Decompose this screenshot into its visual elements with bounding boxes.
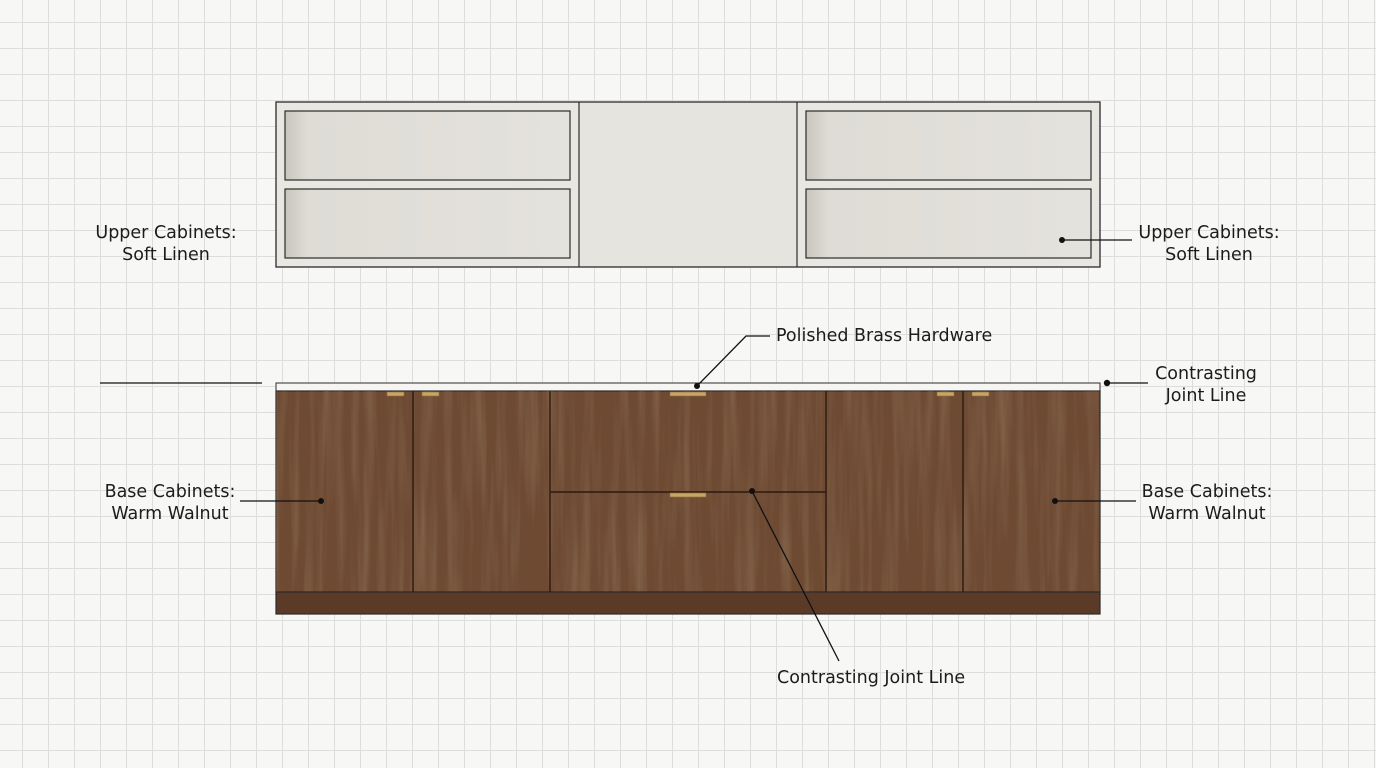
label-base-cabinets-left: Base Cabinets: Warm Walnut (90, 481, 250, 525)
leader-hardware (696, 335, 770, 387)
label-line: Upper Cabinets: (95, 223, 237, 243)
label-line: Soft Linen (1165, 245, 1253, 265)
label-upper-cabinets-right: Upper Cabinets: Soft Linen (1129, 222, 1289, 266)
leader-dot (1103, 379, 1111, 387)
leader-dot (749, 488, 755, 494)
pull-handle (386, 391, 405, 397)
pull-handle (421, 391, 440, 397)
label-contrasting-joint-line-bottom: Contrasting Joint Line (777, 667, 965, 689)
pull-handle (936, 391, 955, 397)
pull-handle (971, 391, 990, 397)
label-contrasting-joint-line-right: Contrasting Joint Line (1146, 363, 1266, 407)
leader-dot (694, 383, 700, 389)
label-line: Soft Linen (122, 245, 210, 265)
leader-dot (318, 498, 324, 504)
pull-handle (669, 492, 707, 498)
base-cabinets (275, 382, 1101, 615)
leader-dot (1052, 498, 1058, 504)
label-upper-cabinets-left: Upper Cabinets: Soft Linen (86, 222, 246, 266)
upper-right-shelf-top (805, 110, 1092, 181)
label-polished-brass-hardware: Polished Brass Hardware (776, 325, 992, 347)
upper-left-shelf-bottom (284, 188, 571, 259)
label-line: Base Cabinets: (1141, 482, 1273, 502)
label-line: Warm Walnut (111, 504, 229, 524)
pull-handle (669, 391, 707, 397)
upper-right-shelf-bottom (805, 188, 1092, 259)
label-line: Warm Walnut (1148, 504, 1266, 524)
upper-cabinets (275, 101, 1101, 268)
label-line: Upper Cabinets: (1138, 223, 1280, 243)
toe-kick (275, 591, 1101, 615)
label-line: Polished Brass Hardware (776, 326, 993, 346)
countertop (275, 382, 1101, 392)
label-base-cabinets-right: Base Cabinets: Warm Walnut (1127, 481, 1287, 525)
label-line: Contrasting Joint Line (777, 668, 966, 688)
leader-dot (1059, 237, 1065, 243)
label-line: Joint Line (1165, 386, 1247, 406)
upper-center-panel (580, 103, 796, 266)
upper-left-shelf-top (284, 110, 571, 181)
label-line: Base Cabinets: (104, 482, 236, 502)
label-line: Contrasting (1155, 364, 1257, 384)
